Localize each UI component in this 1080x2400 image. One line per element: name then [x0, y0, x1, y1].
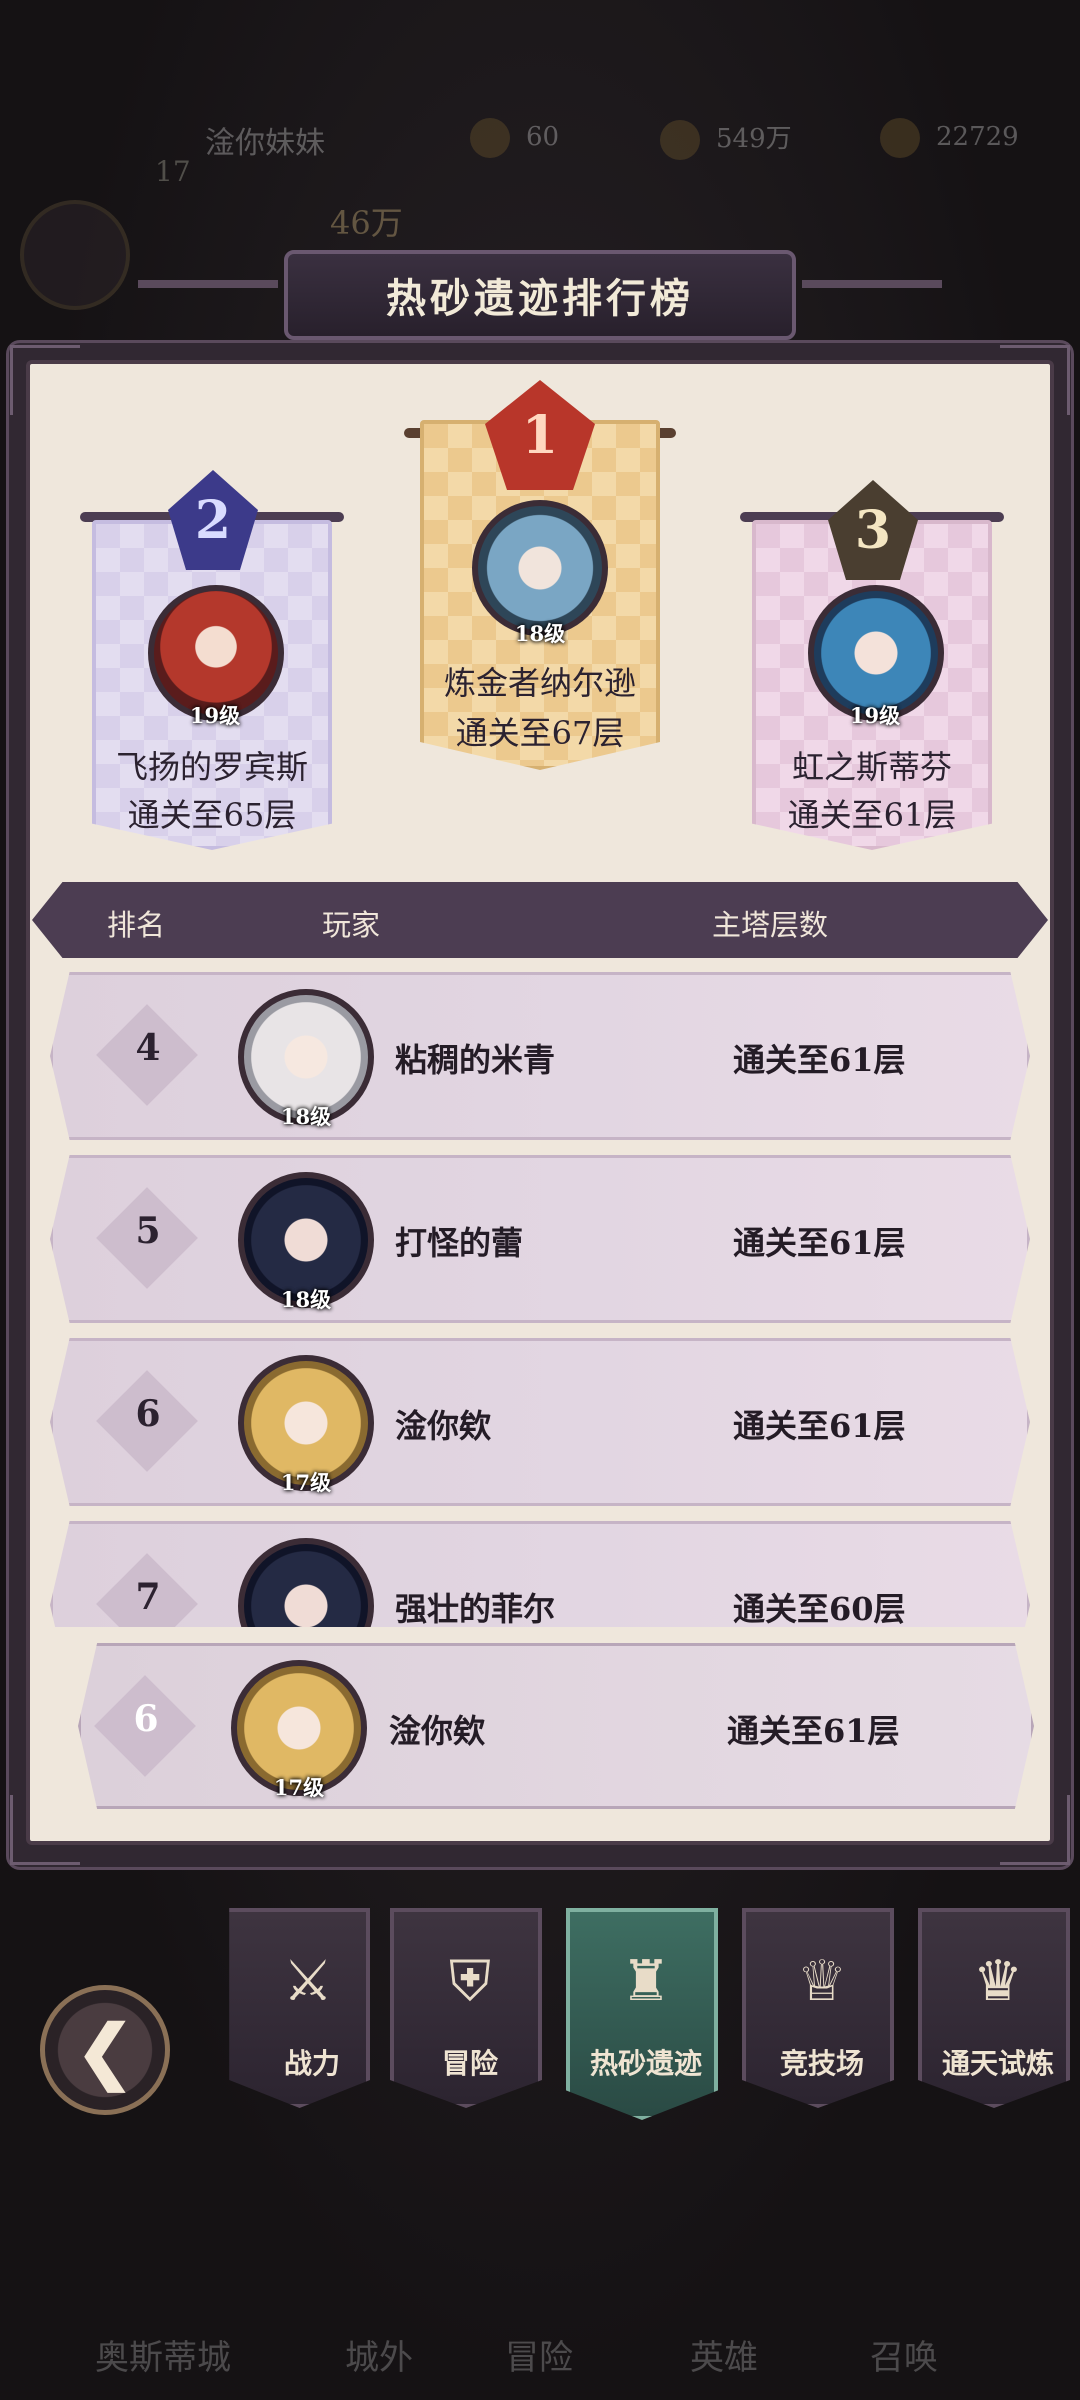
panel-corner-ornament: [10, 345, 80, 415]
podium-1-avatar[interactable]: [472, 500, 608, 636]
row-player-name: 淦你欸: [395, 1407, 492, 1445]
gem-icon: [880, 118, 920, 158]
background-nav-item: 奥斯蒂城: [95, 2338, 231, 2378]
background-player-level: 17: [155, 155, 191, 188]
row-rank: 4: [135, 1027, 161, 1069]
row-avatar[interactable]: [238, 1538, 374, 1627]
ranking-list[interactable]: 4 18级 粘稠的米青 通关至61层 5 18级 打怪的蕾 通关至61层 6 1…: [40, 965, 1040, 1627]
row-player-name: 强壮的菲尔: [395, 1590, 556, 1627]
ranking-row[interactable]: 7 强壮的菲尔 通关至60层: [50, 1521, 1030, 1627]
shield-sword-icon: ⛨: [449, 1949, 491, 2014]
podium-3-name: 虹之斯蒂芬: [791, 748, 952, 786]
background-resource-2: 549万: [660, 118, 792, 160]
podium-2-score: 通关至65层: [127, 796, 297, 834]
background-nav-item: 召唤: [870, 2338, 938, 2378]
row-rank: 5: [135, 1210, 161, 1252]
podium-3-level: 19级: [849, 703, 901, 728]
background-player-name: 淦你妹妹: [205, 126, 325, 161]
row-level: 18级: [280, 1104, 332, 1129]
podium-1-score: 通关至67层: [455, 714, 625, 752]
background-bottom-nav: 奥斯蒂城 城外 冒险 英雄 召唤: [0, 2230, 1080, 2400]
row-score: 通关至61层: [733, 1407, 906, 1445]
tab-adventure-label: 冒险: [441, 2047, 498, 2080]
tab-power-label: 战力: [283, 2047, 340, 2080]
panel-corner-ornament: [1000, 345, 1070, 415]
row-rank: 6: [135, 1393, 161, 1435]
podium-3-score: 通关至61层: [787, 796, 957, 834]
tab-arena[interactable]: ♕ 竞技场: [742, 1908, 894, 2108]
row-score: 通关至61层: [733, 1041, 906, 1079]
my-rank: 6: [133, 1698, 159, 1740]
crown-icon: ♛: [972, 1949, 1024, 2014]
row-score: 通关至61层: [733, 1224, 906, 1262]
tab-sky-trial[interactable]: ♛ 通天试炼: [918, 1908, 1070, 2108]
podium-2-level: 19级: [189, 703, 241, 728]
background-player-avatar: [20, 200, 130, 310]
ranking-row[interactable]: 6 17级 淦你欸 通关至61层: [50, 1338, 1030, 1506]
row-score: 通关至60层: [733, 1590, 906, 1627]
header-rank: 排名: [107, 908, 166, 942]
back-button[interactable]: ❮: [40, 1985, 170, 2115]
background-resource-1: 60: [470, 118, 559, 158]
my-score: 通关至61层: [727, 1712, 900, 1750]
ranking-row[interactable]: 4 18级 粘稠的米青 通关至61层: [50, 972, 1030, 1140]
header-floors: 主塔层数: [712, 908, 829, 942]
background-nav-item: 英雄: [690, 2338, 758, 2378]
my-level: 17级: [273, 1775, 325, 1800]
row-level: 18级: [280, 1287, 332, 1312]
row-rank: 7: [135, 1576, 161, 1618]
tab-sky-trial-label: 通天试炼: [941, 2047, 1054, 2080]
header-player: 玩家: [322, 908, 381, 942]
tower-icon: ♜: [620, 1949, 672, 2014]
podium-2-name: 飞扬的罗宾斯: [115, 748, 308, 786]
tab-arena-label: 竞技场: [779, 2047, 864, 2080]
tab-power[interactable]: ⚔ 战力: [229, 1908, 370, 2108]
coin-icon: [470, 118, 510, 158]
my-rank-row[interactable]: 6 17级 淦你欸 通关至61层: [78, 1643, 1034, 1809]
back-arrow-icon: ❮: [75, 2008, 135, 2092]
panel-title-plate: 热砂遗迹排行榜: [138, 250, 942, 340]
my-player-name: 淦你欸: [389, 1712, 486, 1750]
background-resource-3: 22729: [880, 118, 1019, 158]
panel-title: 热砂遗迹排行榜: [386, 275, 694, 322]
ranking-row[interactable]: 5 18级 打怪的蕾 通关至61层: [50, 1155, 1030, 1323]
background-nav-item: 城外: [345, 2338, 413, 2378]
podium-1-level: 18级: [514, 621, 566, 646]
podium-1-name: 炼金者纳尔逊: [443, 664, 636, 702]
panel-corner-ornament: [10, 1795, 80, 1865]
gold-icon: [660, 120, 700, 160]
row-level: 17级: [280, 1470, 332, 1495]
ranking-table-header: 排名 玩家 主塔层数: [32, 882, 1048, 958]
row-player-name: 粘稠的米青: [395, 1041, 556, 1079]
trophy-icon: ♕: [796, 1949, 848, 2014]
background-nav-item: 冒险: [505, 2338, 573, 2378]
background-topbar: 17 淦你妹妹 60 549万 22729 46万: [0, 90, 1080, 310]
row-player-name: 打怪的蕾: [395, 1224, 524, 1262]
crossed-swords-icon: ⚔: [282, 1949, 334, 2014]
tab-sand-ruins-label: 热砂遗迹: [589, 2047, 702, 2080]
tab-adventure[interactable]: ⛨ 冒险: [390, 1908, 542, 2108]
tab-sand-ruins[interactable]: ♜ 热砂遗迹: [566, 1908, 718, 2120]
background-power: 46万: [330, 204, 403, 242]
